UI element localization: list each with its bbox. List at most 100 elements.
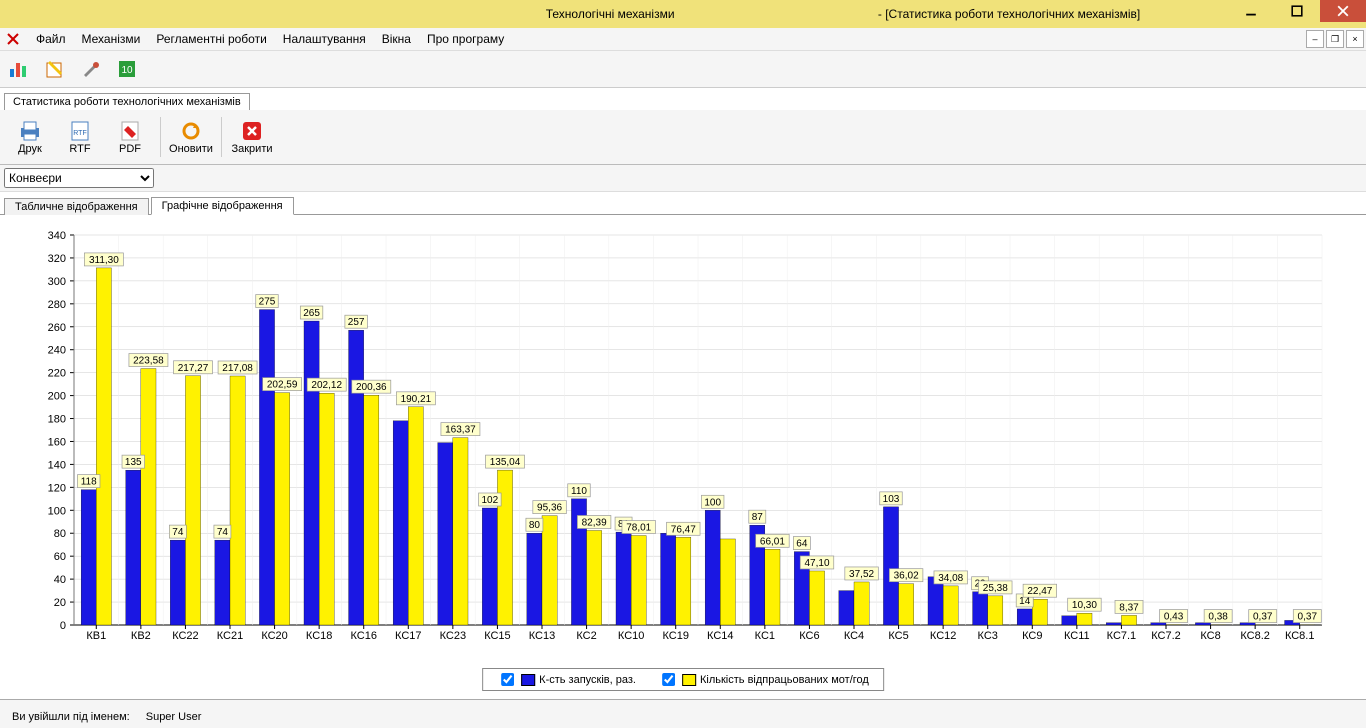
svg-text:78,01: 78,01	[626, 523, 651, 534]
svg-text:87: 87	[752, 512, 764, 523]
svg-text:74: 74	[217, 527, 229, 538]
svg-text:КС17: КС17	[395, 630, 421, 642]
svg-text:КС14: КС14	[707, 630, 733, 642]
document-tabs: Статистика роботи технологічних механізм…	[0, 88, 1366, 110]
svg-text:163,37: 163,37	[445, 425, 476, 436]
svg-text:КС23: КС23	[440, 630, 466, 642]
svg-text:74: 74	[172, 527, 184, 538]
legend-swatch-blue	[521, 674, 535, 686]
tb-chart-icon[interactable]	[4, 54, 34, 84]
mdi-minimize-button[interactable]: –	[1306, 30, 1324, 48]
svg-text:8,37: 8,37	[1119, 602, 1139, 613]
tab-table[interactable]: Табличне відображення	[4, 198, 149, 215]
svg-text:КС12: КС12	[930, 630, 956, 642]
svg-text:КВ1: КВ1	[86, 630, 106, 642]
svg-text:КС22: КС22	[172, 630, 198, 642]
svg-text:320: 320	[48, 253, 66, 265]
mdi-close-button[interactable]: ×	[1346, 30, 1364, 48]
print-button[interactable]: Друк	[6, 114, 54, 160]
svg-text:60: 60	[54, 551, 66, 563]
menu-windows[interactable]: Вікна	[374, 30, 419, 48]
legend-check-s2[interactable]	[662, 673, 675, 686]
legend-check-s1[interactable]	[501, 673, 514, 686]
document-tab-stats[interactable]: Статистика роботи технологічних механізм…	[4, 93, 250, 110]
svg-text:120: 120	[48, 482, 66, 494]
svg-text:0: 0	[60, 620, 66, 632]
print-label: Друк	[18, 143, 42, 155]
tab-graph[interactable]: Графічне відображення	[151, 197, 294, 215]
svg-text:36,02: 36,02	[894, 571, 919, 582]
legend-swatch-yellow	[682, 674, 696, 686]
svg-text:RTF: RTF	[73, 130, 86, 137]
app-icon	[4, 30, 22, 48]
svg-text:223,58: 223,58	[133, 356, 164, 367]
refresh-button[interactable]: Оновити	[167, 114, 215, 160]
svg-text:34,08: 34,08	[938, 573, 963, 584]
svg-text:КС19: КС19	[662, 630, 688, 642]
svg-text:202,59: 202,59	[267, 380, 298, 391]
svg-text:КВ2: КВ2	[131, 630, 151, 642]
status-user: Super User	[138, 711, 210, 723]
svg-text:140: 140	[48, 459, 66, 471]
svg-text:80: 80	[529, 520, 541, 531]
svg-text:КС21: КС21	[217, 630, 243, 642]
svg-text:100: 100	[48, 505, 66, 517]
svg-text:КС20: КС20	[261, 630, 287, 642]
svg-text:280: 280	[48, 299, 66, 311]
mdi-restore-button[interactable]: ❐	[1326, 30, 1344, 48]
svg-text:217,27: 217,27	[178, 363, 209, 374]
pdf-button[interactable]: PDF	[106, 114, 154, 160]
report-toolbar: Друк RTF RTF PDF Оновити Закрити	[0, 110, 1366, 165]
tb-edit-icon[interactable]	[40, 54, 70, 84]
svg-text:КС8.2: КС8.2	[1240, 630, 1270, 642]
svg-text:10,30: 10,30	[1072, 600, 1097, 611]
svg-text:КС7.1: КС7.1	[1107, 630, 1137, 642]
svg-text:37,52: 37,52	[849, 569, 874, 580]
menu-mechanisms[interactable]: Механізми	[74, 30, 149, 48]
menu-settings[interactable]: Налаштування	[275, 30, 374, 48]
svg-text:22,47: 22,47	[1027, 586, 1052, 597]
svg-text:103: 103	[883, 494, 900, 505]
menu-about[interactable]: Про програму	[419, 30, 512, 48]
tb-tools-icon[interactable]	[76, 54, 106, 84]
svg-text:КС18: КС18	[306, 630, 332, 642]
window-minimize-button[interactable]	[1228, 0, 1274, 22]
svg-text:200: 200	[48, 391, 66, 403]
close-button[interactable]: Закрити	[228, 114, 276, 160]
svg-text:КС3: КС3	[978, 630, 998, 642]
view-tabs: Табличне відображення Графічне відображе…	[0, 192, 1366, 215]
svg-text:240: 240	[48, 345, 66, 357]
svg-text:257: 257	[348, 317, 365, 328]
svg-text:180: 180	[48, 414, 66, 426]
svg-text:275: 275	[259, 297, 276, 308]
close-label: Закрити	[231, 143, 272, 155]
svg-text:КС16: КС16	[350, 630, 376, 642]
svg-text:76,47: 76,47	[671, 524, 696, 535]
doc-title: - [Статистика роботи технологічних механ…	[878, 7, 1140, 21]
svg-text:118: 118	[81, 477, 97, 488]
tb-number-icon[interactable]: 10	[112, 54, 142, 84]
svg-text:КС2: КС2	[576, 630, 596, 642]
svg-text:КС11: КС11	[1064, 630, 1090, 642]
filter-row: Конвеєри	[0, 165, 1366, 192]
menu-file[interactable]: Файл	[28, 30, 74, 48]
type-select[interactable]: Конвеєри	[4, 168, 154, 188]
legend-label-s2: Кількість відпрацьованих мот/год	[700, 674, 869, 686]
svg-text:260: 260	[48, 322, 66, 334]
svg-text:0,37: 0,37	[1253, 612, 1273, 623]
svg-text:25,38: 25,38	[983, 583, 1008, 594]
window-close-button[interactable]	[1320, 0, 1366, 22]
window-maximize-button[interactable]	[1274, 0, 1320, 22]
svg-text:80: 80	[54, 528, 66, 540]
rtf-button[interactable]: RTF RTF	[56, 114, 104, 160]
status-login-label: Ви увійшли під іменем:	[4, 711, 138, 723]
svg-text:КС9: КС9	[1022, 630, 1042, 642]
svg-text:КС7.2: КС7.2	[1151, 630, 1181, 642]
svg-text:135: 135	[125, 457, 142, 468]
svg-text:160: 160	[48, 436, 66, 448]
chart-area: 0204060801001201401601802002202402602803…	[0, 215, 1366, 699]
svg-text:40: 40	[54, 574, 66, 586]
menubar: Файл Механізми Регламентні роботи Налашт…	[0, 28, 1366, 51]
menu-maintenance[interactable]: Регламентні роботи	[148, 30, 274, 48]
svg-text:КС8.1: КС8.1	[1285, 630, 1315, 642]
